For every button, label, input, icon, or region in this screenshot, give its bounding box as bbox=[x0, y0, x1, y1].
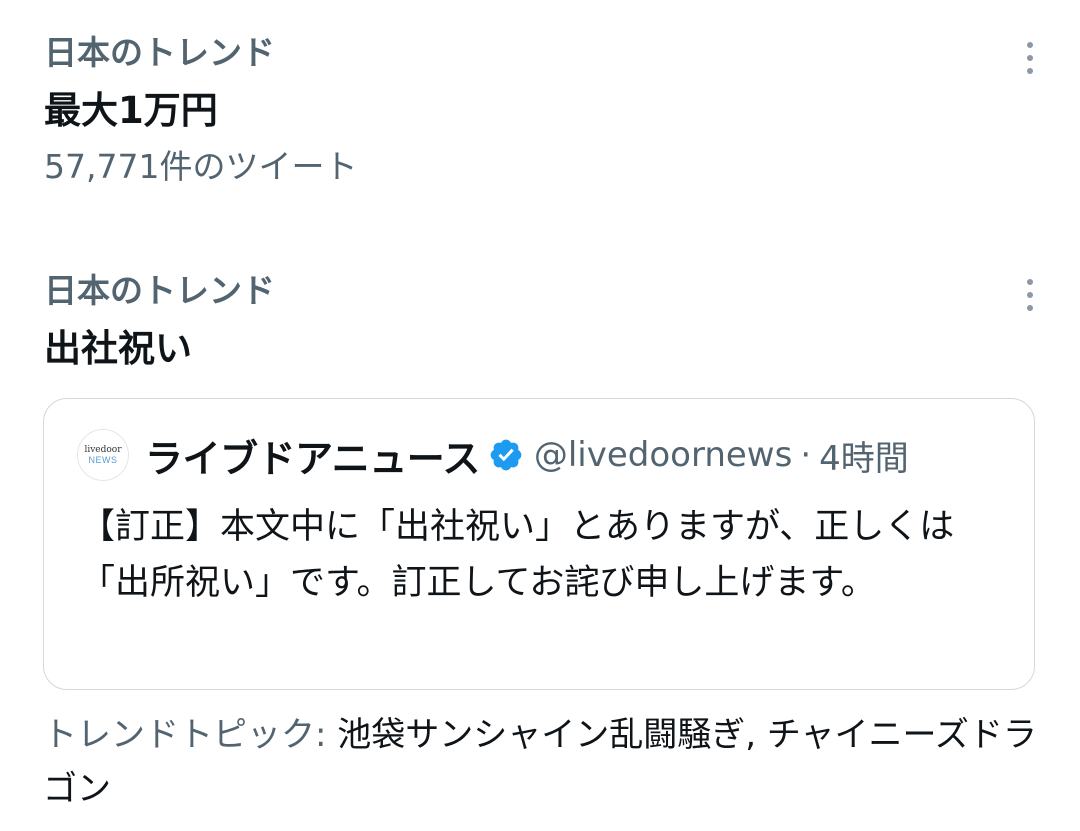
author-handle[interactable]: @livedoornews bbox=[534, 435, 793, 475]
trend-context: 日本のトレンド bbox=[44, 33, 275, 72]
trending-topics-label: トレンドトピック: bbox=[43, 715, 327, 755]
trend-name[interactable]: 出社祝い bbox=[44, 322, 1050, 376]
avatar-logo-text: livedoor bbox=[84, 445, 122, 455]
more-options-button[interactable] bbox=[1018, 36, 1042, 80]
tweet-time[interactable]: 4時間 bbox=[819, 431, 909, 480]
quoted-tweet-card[interactable]: livedoor NEWS ライブドアニュース @livedoornews · … bbox=[43, 398, 1035, 690]
more-vertical-icon bbox=[1027, 279, 1033, 285]
author-name[interactable]: ライブドアニュース bbox=[145, 428, 480, 483]
more-options-button[interactable] bbox=[1018, 273, 1042, 317]
trend-context: 日本のトレンド bbox=[44, 271, 275, 310]
trend-item-2[interactable]: 日本のトレンド 出社祝い bbox=[44, 268, 1050, 376]
quoted-tweet-header: livedoor NEWS ライブドアニュース @livedoornews · … bbox=[77, 427, 1014, 483]
more-vertical-icon bbox=[1027, 42, 1033, 48]
quoted-tweet-text: 【訂正】本文中に「出社祝い」とありますが、正しくは「出所祝い」です。訂正してお詫… bbox=[80, 507, 955, 603]
avatar[interactable]: livedoor NEWS bbox=[77, 429, 129, 481]
trend-item-1[interactable]: 日本のトレンド 最大1万円 57,771件のツイート bbox=[44, 30, 1050, 190]
verified-badge-icon bbox=[490, 439, 522, 471]
trend-tweet-count: 57,771件のツイート bbox=[44, 147, 358, 186]
separator-dot: · bbox=[800, 435, 812, 475]
trend-name[interactable]: 最大1万円 bbox=[44, 84, 1050, 138]
avatar-logo-subtext: NEWS bbox=[88, 455, 118, 465]
trending-topics: トレンドトピック: 池袋サンシャイン乱闘騒ぎ, チャイニーズドラゴン bbox=[43, 708, 1063, 816]
